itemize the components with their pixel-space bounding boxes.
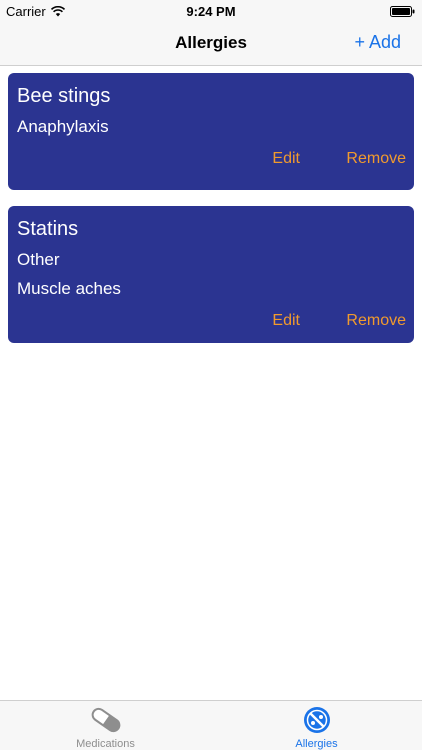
card-actions: Edit Remove — [17, 144, 406, 182]
remove-button[interactable]: Remove — [346, 312, 406, 330]
remove-button[interactable]: Remove — [346, 150, 406, 168]
allergies-screen: Carrier 9:24 PM Allergies + Add Bee stin… — [0, 0, 422, 750]
allergy-card: Statins Other Muscle aches Edit Remove — [8, 206, 414, 343]
allergy-name: Statins — [17, 218, 79, 240]
allergy-icon — [303, 707, 330, 733]
battery-icon — [390, 6, 415, 17]
edit-button[interactable]: Edit — [272, 312, 300, 330]
tab-label: Allergies — [295, 738, 338, 750]
allergy-card: Bee stings Anaphylaxis Edit Remove — [8, 73, 414, 190]
tab-allergies[interactable]: Allergies — [211, 701, 422, 750]
status-bar: Carrier 9:24 PM — [0, 0, 422, 22]
tab-medications[interactable]: Medications — [0, 701, 211, 750]
edit-button[interactable]: Edit — [272, 150, 300, 168]
allergy-reaction: Anaphylaxis — [17, 117, 109, 136]
tab-label: Medications — [76, 738, 135, 750]
allergy-reaction: Muscle aches — [17, 279, 121, 298]
allergy-reaction: Other — [17, 250, 60, 269]
allergy-name: Bee stings — [17, 85, 111, 107]
status-time: 9:24 PM — [186, 4, 236, 19]
allergy-list: Bee stings Anaphylaxis Edit Remove Stati… — [8, 73, 414, 359]
card-actions: Edit Remove — [17, 306, 406, 344]
tab-bar: Medications Allergies — [0, 700, 422, 750]
pill-icon — [91, 707, 120, 733]
add-allergy-button[interactable]: + Add — [354, 32, 401, 53]
navigation-bar: Allergies + Add — [0, 22, 422, 66]
